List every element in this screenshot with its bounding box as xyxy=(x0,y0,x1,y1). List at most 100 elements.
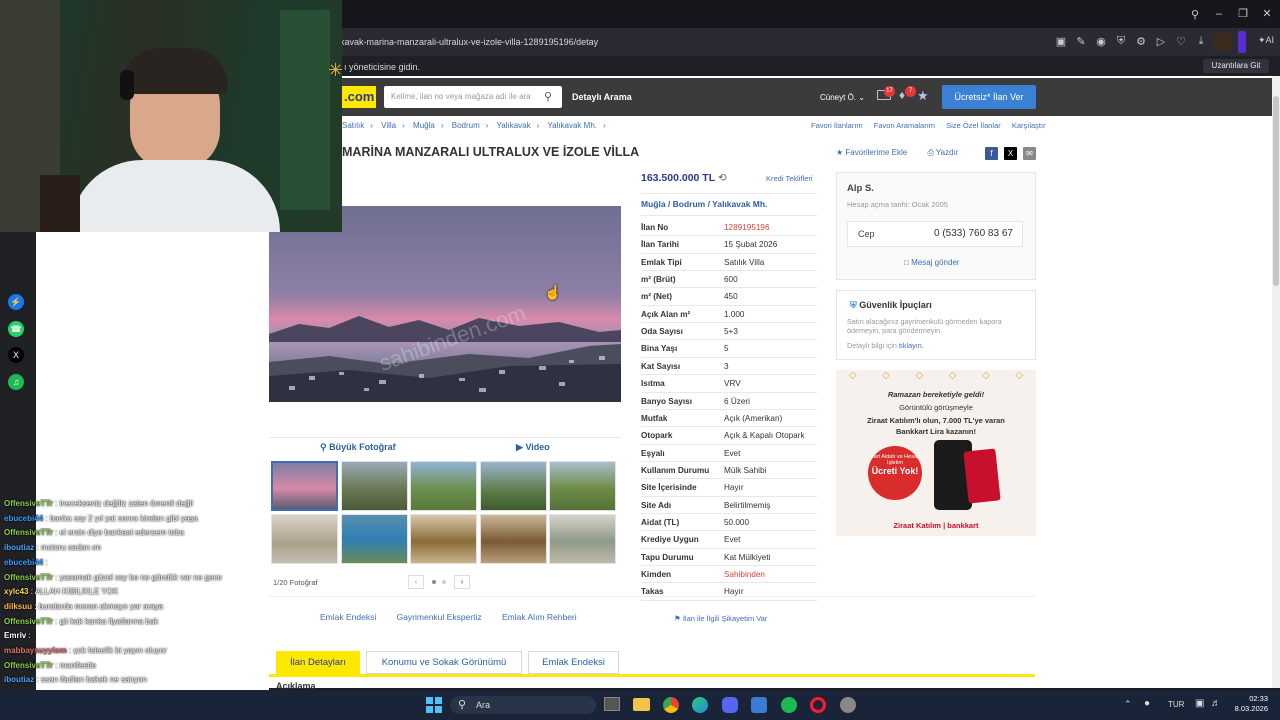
camera-icon[interactable]: ◉ xyxy=(1094,35,1108,49)
star-icon[interactable]: ★ xyxy=(917,88,929,104)
search-icon[interactable]: ⚲ xyxy=(1188,8,1202,21)
history-icon[interactable]: ⟲ xyxy=(718,172,727,184)
detailed-search-link[interactable]: Detaylı Arama xyxy=(572,92,632,102)
prev-page-button[interactable]: ‹ xyxy=(408,575,424,589)
network-icon[interactable]: ▣ xyxy=(1195,698,1204,709)
video-button[interactable]: ▶ Video xyxy=(516,442,550,453)
page-scrollbar[interactable] xyxy=(1272,76,1280,688)
appraisal-link[interactable]: Gayrimenkul Ekspertiz xyxy=(397,612,482,622)
breadcrumb-item[interactable]: Muğla xyxy=(413,121,435,130)
chevron-up-icon[interactable]: ⌃ xyxy=(1124,699,1132,710)
thumbnail[interactable] xyxy=(410,514,477,564)
heart-icon[interactable]: ♡ xyxy=(1174,35,1188,49)
windows-start-icon[interactable] xyxy=(426,697,442,713)
favorite-listings-link[interactable]: Favori İlanlarım xyxy=(811,121,863,130)
spotify-icon[interactable] xyxy=(781,697,797,713)
whatsapp-icon[interactable]: ☎ xyxy=(8,321,24,337)
x-icon[interactable]: X xyxy=(1004,147,1017,160)
play-icon[interactable]: ▷ xyxy=(1154,35,1168,49)
settings-icon[interactable]: ⚙ xyxy=(1134,35,1148,49)
chat-username[interactable]: OffensiveTTr xyxy=(4,499,53,508)
favorite-searches-link[interactable]: Favori Aramalarım xyxy=(874,121,935,130)
volume-icon[interactable]: ♬ xyxy=(1211,698,1221,709)
facebook-icon[interactable]: f xyxy=(985,147,998,160)
complaint-link[interactable]: ⚑ İlan ile İlgili Şikayetim Var xyxy=(674,614,767,623)
taskbar-search[interactable]: ⚲ Ara xyxy=(450,696,596,714)
chat-username[interactable]: xylc43 xyxy=(4,587,28,596)
chat-username[interactable]: iboutiaz xyxy=(4,675,34,684)
extensions-button[interactable]: Uzantılara Git xyxy=(1203,59,1269,73)
email-icon[interactable]: ✉ xyxy=(1023,147,1036,160)
breadcrumb-item[interactable]: Villa xyxy=(381,121,396,130)
breadcrumb-item[interactable]: Yalıkavak Mh. xyxy=(547,121,597,130)
chat-username[interactable]: Emriv xyxy=(4,631,26,640)
thumbnail[interactable] xyxy=(480,461,547,511)
thumbnail[interactable] xyxy=(271,461,338,511)
clock[interactable]: 02:33 8.03.2026 xyxy=(1230,694,1268,714)
breadcrumb-item[interactable]: Satılık xyxy=(342,121,364,130)
microphone-icon[interactable]: ● xyxy=(1144,698,1150,709)
page-dot[interactable] xyxy=(432,580,436,584)
file-explorer-icon[interactable] xyxy=(633,698,650,711)
chat-username[interactable]: ebucebi44 xyxy=(4,558,43,567)
big-photo-button[interactable]: ⚲ Büyük Fotoğraf xyxy=(320,442,396,453)
url-text[interactable]: kavak-marina-manzarali-ultralux-ve-izole… xyxy=(340,37,598,47)
buying-guide-link[interactable]: Emlak Alım Rehberi xyxy=(502,612,577,622)
edit-icon[interactable]: ✎ xyxy=(1074,35,1088,49)
chrome-icon[interactable] xyxy=(663,697,679,713)
tab-real-estate-index[interactable]: Emlak Endeksi xyxy=(528,651,619,674)
chat-username[interactable]: OffensiveTTr xyxy=(4,573,53,582)
edge-icon[interactable] xyxy=(692,697,708,713)
avatar[interactable] xyxy=(1214,33,1232,51)
app-icon[interactable] xyxy=(751,697,767,713)
special-listings-link[interactable]: Size Özel İlanlar xyxy=(946,121,1001,130)
main-photo[interactable]: sahibinden.com xyxy=(269,206,621,402)
chat-username[interactable]: iboutiaz xyxy=(4,543,34,552)
ai-icon[interactable]: ✦AI xyxy=(1256,35,1276,46)
page-dot[interactable] xyxy=(442,580,446,584)
user-menu[interactable]: Cüneyt Ö. ⌄ xyxy=(820,93,865,102)
next-page-button[interactable]: › xyxy=(454,575,470,589)
tab-location[interactable]: Konumu ve Sokak Görünümü xyxy=(366,651,522,674)
chat-username[interactable]: OffensiveTTr xyxy=(4,661,53,670)
advertisement-banner[interactable]: ◇ ◇ ◇ ◇ ◇ ◇ Ramazan bereketiyle geldi! Görünt… xyxy=(836,370,1036,536)
breadcrumb-item[interactable]: Bodrum xyxy=(452,121,480,130)
thumbnail[interactable] xyxy=(549,461,616,511)
send-message-link[interactable]: □ Mesaj gönder xyxy=(904,258,960,267)
chat-username[interactable]: OffensiveTTr xyxy=(4,528,53,537)
breadcrumb-item[interactable]: Yalıkavak xyxy=(497,121,531,130)
thumbnail[interactable] xyxy=(341,461,408,511)
opera-icon[interactable] xyxy=(810,697,826,713)
print-link[interactable]: Yazdır xyxy=(936,148,959,157)
thumbnail[interactable] xyxy=(410,461,477,511)
thumbnail[interactable] xyxy=(480,514,547,564)
minimize-icon[interactable]: – xyxy=(1212,8,1226,20)
x-icon[interactable]: X xyxy=(8,347,24,363)
location-link[interactable]: Muğla / Bodrum / Yalıkavak Mh. xyxy=(641,199,767,209)
task-view-icon[interactable] xyxy=(604,697,620,711)
thumbnail[interactable] xyxy=(549,514,616,564)
phone-number[interactable]: 0 (533) 760 83 67 xyxy=(934,228,1013,239)
add-favorite-link[interactable]: Favorilerime Ekle xyxy=(845,148,907,157)
thumbnail[interactable] xyxy=(271,514,338,564)
chat-username[interactable]: dilksuu xyxy=(4,602,32,611)
obs-icon[interactable] xyxy=(840,697,856,713)
chat-username[interactable]: OffensiveTTr xyxy=(4,617,53,626)
close-icon[interactable]: ✕ xyxy=(1260,7,1274,20)
compare-link[interactable]: Karşılaştır xyxy=(1012,121,1046,130)
credit-offers-link[interactable]: Kredi Teklifleri xyxy=(766,174,813,183)
download-icon[interactable]: ⤓ xyxy=(1194,35,1208,49)
site-logo[interactable]: .com xyxy=(342,86,376,108)
reader-icon[interactable]: ▣ xyxy=(1054,35,1068,49)
search-input[interactable]: Kelime, ilan no veya mağaza adı ile ara xyxy=(384,86,562,108)
seller-name[interactable]: Alp S. xyxy=(847,183,874,194)
shield-icon[interactable]: ⛨ xyxy=(1114,35,1128,49)
search-icon[interactable]: ⚲ xyxy=(544,90,552,103)
free-listing-button[interactable]: Ücretsiz* İlan Ver xyxy=(942,85,1036,109)
messenger-icon[interactable]: ⚡ xyxy=(8,294,24,310)
discord-icon[interactable] xyxy=(722,697,738,713)
chat-username[interactable]: ebucebi44 xyxy=(4,514,43,523)
language-indicator[interactable]: TUR xyxy=(1168,700,1184,709)
tab-listing-details[interactable]: İlan Detayları xyxy=(276,651,360,674)
spotify-icon[interactable]: ♫ xyxy=(8,374,24,390)
